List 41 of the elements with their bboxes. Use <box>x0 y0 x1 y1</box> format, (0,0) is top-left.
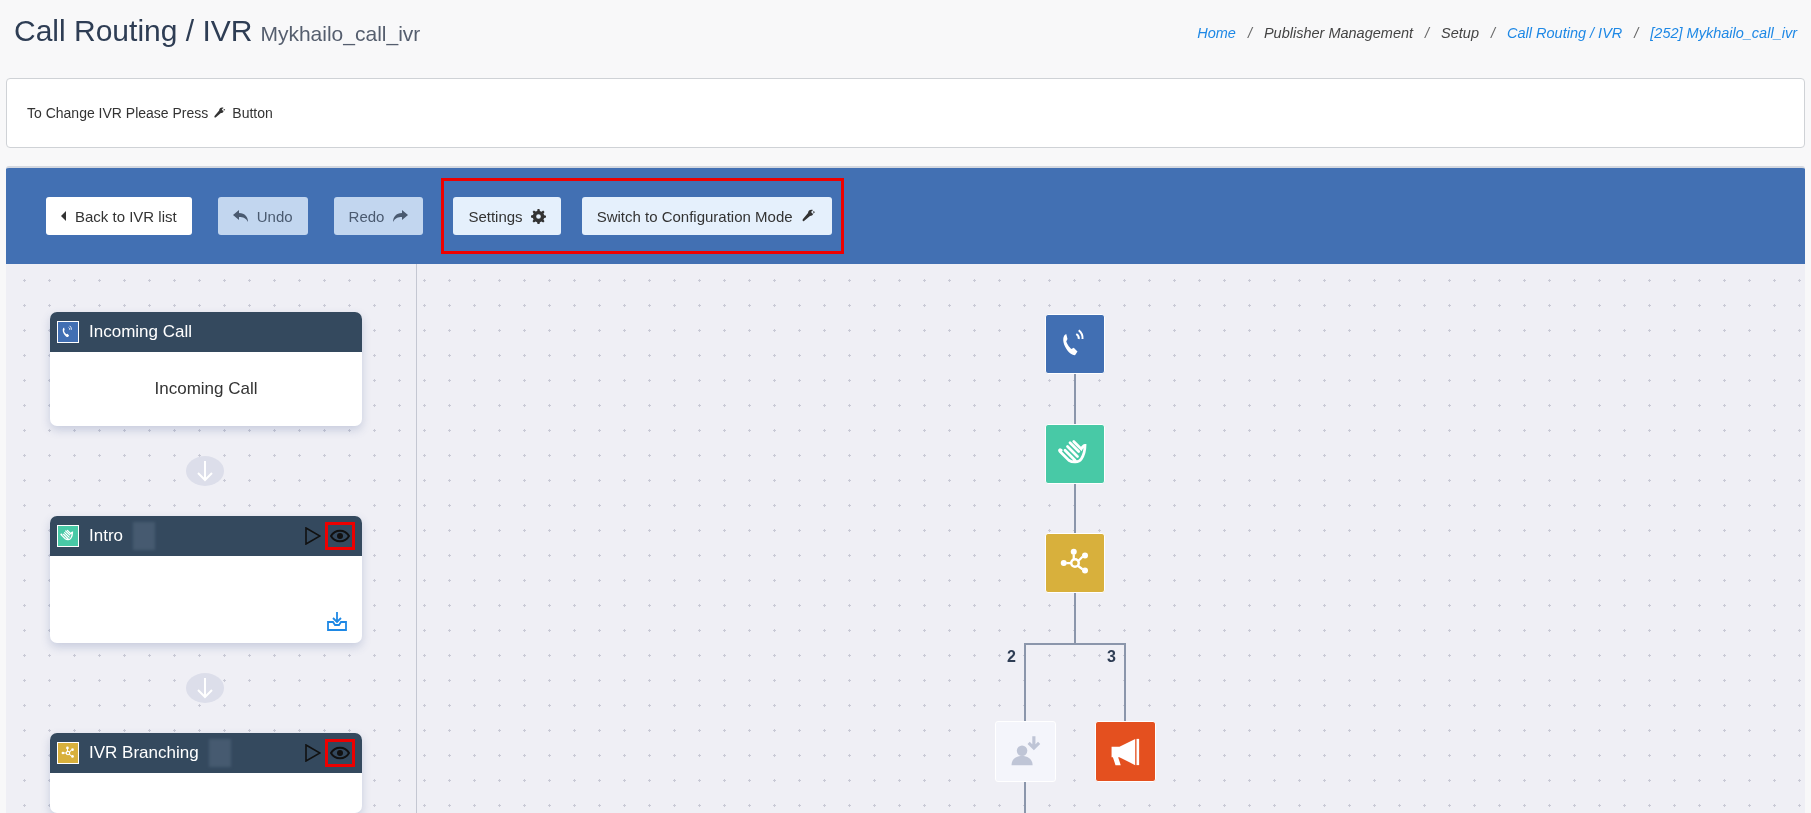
notice-text: Button <box>232 105 273 121</box>
eye-icon[interactable] <box>325 522 355 550</box>
megaphone-node[interactable] <box>1095 721 1156 782</box>
branch-label: 2 <box>1007 648 1016 666</box>
breadcrumb-link[interactable]: Call Routing / IVR <box>1507 25 1623 41</box>
eye-icon[interactable] <box>325 739 355 767</box>
caret-icon <box>61 211 67 221</box>
undo-arrow-icon <box>232 209 249 223</box>
breadcrumb-link[interactable]: [252] Mykhailo_call_ivr <box>1650 25 1797 41</box>
connector-line <box>1074 373 1076 425</box>
play-icon[interactable] <box>305 744 321 762</box>
breadcrumb-item: Setup <box>1441 25 1479 41</box>
breadcrumb-item: Publisher Management <box>1263 25 1414 41</box>
card-title: Intro <box>89 526 124 546</box>
breadcrumb-link[interactable]: Home <box>1197 25 1236 41</box>
breadcrumb-separator: / <box>1425 25 1430 41</box>
breadcrumb-separator: / <box>1491 25 1496 41</box>
wrench-icon <box>213 106 228 120</box>
page-title: Call Routing / IVR <box>14 14 253 48</box>
card-title: Incoming Call <box>89 322 192 342</box>
redo-arrow-icon <box>392 209 409 223</box>
notice-text: To Change IVR Please Press <box>27 105 209 121</box>
connector-line <box>1024 781 1026 813</box>
card-body-text: Incoming Call <box>154 379 258 399</box>
branch-label: 3 <box>1107 648 1116 666</box>
wrench-icon <box>800 208 817 224</box>
back-button[interactable]: Back to IVR list <box>46 197 192 235</box>
card-title: IVR Branching <box>89 743 199 763</box>
page-subtitle: Mykhailo_call_ivr <box>260 22 421 46</box>
transfer-node[interactable] <box>995 721 1056 782</box>
breadcrumb-separator: / <box>1634 25 1639 41</box>
settings-icon <box>530 208 546 224</box>
connector-line <box>1074 483 1076 534</box>
hand-node[interactable] <box>1045 424 1105 484</box>
play-icon[interactable] <box>305 527 321 545</box>
settings-button[interactable]: Settings <box>453 197 561 235</box>
download-icon[interactable] <box>327 611 347 631</box>
branch-node[interactable] <box>1045 533 1105 593</box>
phone-node[interactable] <box>1045 314 1105 374</box>
breadcrumb-separator: / <box>1247 25 1252 41</box>
config-button[interactable]: Switch to Configuration Mode <box>581 197 832 235</box>
